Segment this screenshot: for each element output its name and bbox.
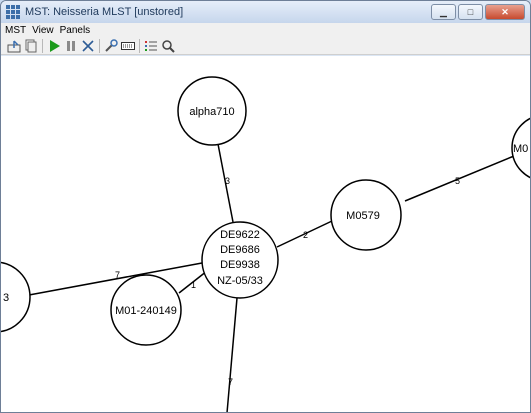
title-bar[interactable]: MST: Neisseria MLST [unstored] ▁ □ ✕ [1,1,530,23]
tools-icon[interactable] [104,38,118,53]
node-label-center-2: DE9686 [220,244,260,256]
node-label-alpha710: alpha710 [189,106,234,118]
edge-label: 1 [191,280,196,290]
expand-icon[interactable] [81,39,95,53]
app-icon [6,5,20,19]
keyboard-icon[interactable] [121,39,135,53]
mst-window: MST: Neisseria MLST [unstored] ▁ □ ✕ MST… [0,0,531,413]
menu-bar: MST View Panels [1,23,530,37]
toolbar-separator [99,38,100,53]
edge-center-bottom[interactable] [226,297,238,413]
edge-label: 7 [115,270,120,280]
menu-panels[interactable]: Panels [60,25,91,36]
toolbar-separator [42,38,43,53]
node-label-partial-right: M0 [513,143,528,155]
toolbar-separator [139,38,140,53]
edge-label: 3 [225,176,230,186]
close-button[interactable]: ✕ [485,4,525,20]
node-label-m0579: M0579 [346,210,380,222]
toolbar [1,37,530,55]
play-icon[interactable] [47,39,61,53]
list-icon[interactable] [144,39,158,53]
menu-view[interactable]: View [32,25,54,36]
copy-icon[interactable] [24,39,38,53]
pause-icon[interactable] [64,39,78,53]
maximize-button[interactable]: □ [458,4,483,20]
minimize-button[interactable]: ▁ [431,4,456,20]
mst-graph[interactable]: 3 2 5 7 1 7 alpha710 DE9622 DE9686 DE993… [1,56,530,413]
node-label-center-4: NZ-05/33 [217,275,263,287]
zoom-icon[interactable] [161,39,175,53]
node-label-m01-240149: M01-240149 [115,305,177,317]
node-label-center-1: DE9622 [220,229,260,241]
mst-canvas[interactable]: 3 2 5 7 1 7 alpha710 DE9622 DE9686 DE993… [1,56,530,413]
edge-label: 5 [455,176,460,186]
export-icon[interactable] [7,39,21,53]
window-title: MST: Neisseria MLST [unstored] [25,6,184,18]
node-label-center-3: DE9938 [220,259,260,271]
node-label-partial-left: 3 [3,292,9,304]
edge-label: 2 [303,230,308,240]
edge-label: 7 [228,377,233,387]
menu-mst[interactable]: MST [5,25,26,36]
